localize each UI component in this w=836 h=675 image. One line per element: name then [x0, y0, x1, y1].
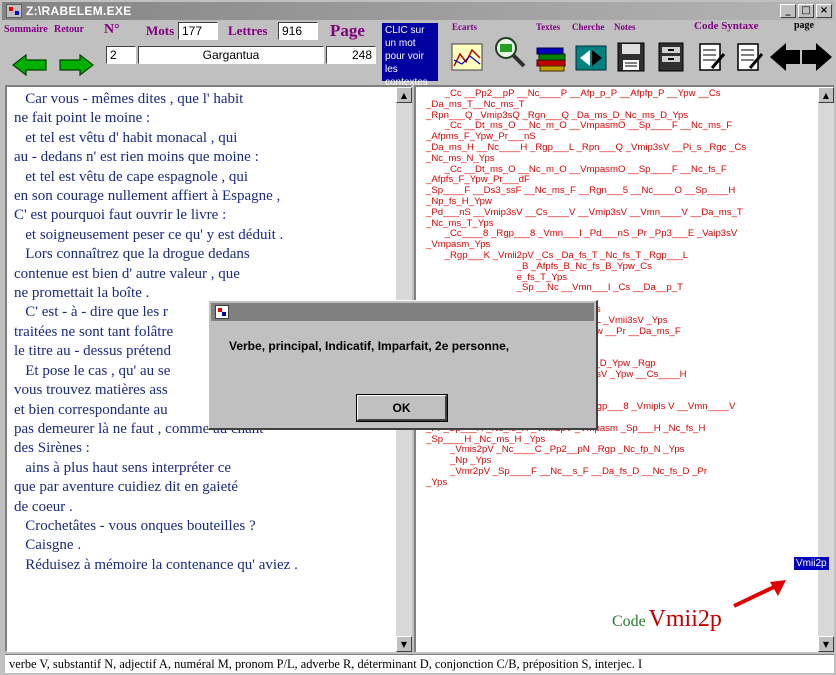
document-pen-icon[interactable] — [694, 40, 728, 74]
page-number-field[interactable]: 248 — [326, 46, 376, 64]
text-line[interactable]: de coeur . — [14, 498, 399, 517]
text-line[interactable]: en son courage nullement affiert à Espag… — [14, 187, 399, 206]
minimize-button[interactable]: _ — [780, 4, 796, 18]
app-icon — [6, 4, 22, 18]
code-scroll-up-arrow-icon[interactable]: ▲ — [818, 87, 834, 103]
code-line[interactable]: _B _Afpfs_B_Nc_fs_B_Ypw_Cs — [426, 261, 816, 273]
page-label: Page — [330, 21, 365, 40]
retour-label: Retour — [54, 24, 84, 35]
text-line[interactable]: Caisgne . — [14, 536, 399, 555]
document-edit-icon[interactable] — [732, 40, 766, 74]
textes-label: Textes — [536, 22, 561, 32]
status-bar: verbe V, substantif N, adjectif A, numér… — [5, 654, 834, 673]
maximize-button[interactable]: □ — [798, 4, 814, 18]
search-arrows-icon[interactable] — [574, 40, 608, 74]
books-icon[interactable] — [534, 40, 568, 74]
text-line[interactable]: au - dedans n' est rien moins que moine … — [14, 148, 399, 167]
text-line[interactable]: Crochetâtes - vous onques bouteilles ? — [14, 517, 399, 536]
text-line[interactable]: contenue est bien d' autre valeur , que — [14, 265, 399, 284]
text-line[interactable]: et soigneusement peser ce qu' y est dédu… — [14, 226, 399, 245]
text-line[interactable]: ains à plus haut sens interpréter ce — [14, 459, 399, 478]
scroll-up-arrow-icon[interactable]: ▲ — [396, 87, 412, 103]
dialog-message: Verbe, principal, Indicatif, Imparfait, … — [229, 339, 510, 353]
magnifier-search-icon[interactable] — [492, 34, 526, 68]
text-line[interactable]: des Sirènes : — [14, 439, 399, 458]
app-window: Z:\RABELEM.EXE _ □ × Sommaire Retour N° … — [0, 0, 836, 675]
dialog-title-bar — [211, 303, 594, 321]
prev-page-arrow-icon[interactable] — [768, 40, 802, 74]
ecarts-label: Ecarts — [452, 22, 477, 32]
book-title-field[interactable]: Gargantua — [138, 46, 324, 64]
text-line[interactable]: ne fait point le moine : — [14, 109, 399, 128]
mots-count-field: 177 — [178, 22, 218, 40]
window-title: Z:\RABELEM.EXE — [26, 4, 132, 18]
mots-label: Mots — [146, 23, 175, 38]
cabinet-icon[interactable] — [654, 40, 688, 74]
sommaire-arrow-icon[interactable] — [12, 54, 48, 76]
text-line[interactable]: et tel est vêtu d' habit monacal , qui — [14, 129, 399, 148]
info-dialog: Verbe, principal, Indicatif, Imparfait, … — [208, 300, 598, 430]
code-line[interactable]: _Sp __Nc __Vmn___I _Cs __Da__p_T — [426, 283, 816, 294]
code-line[interactable]: _Yps — [426, 477, 816, 489]
text-line[interactable]: que par aventure cuidiez dit en gaieté — [14, 478, 399, 497]
toolbar: Sommaire Retour N° Mots 177 Lettres 916 … — [2, 20, 834, 88]
close-button[interactable]: × — [816, 4, 832, 18]
code-line[interactable]: _Vmr2pV _Sp____F __Nc__s_F __Da_fs_D __N… — [426, 466, 816, 478]
numero-label: N° — [104, 22, 120, 37]
annotation-code: Vmii2p — [648, 606, 722, 632]
notes-label: Notes — [614, 22, 636, 32]
code-line[interactable]: _Da_ms_T__Nc_ms_T — [426, 99, 816, 111]
text-line[interactable]: Car vous - mêmes dites , que l' habit — [14, 90, 399, 109]
code-line[interactable]: _Pd___nS __Vmip3sV __Cs____V __Vmip3sV _… — [426, 207, 816, 219]
annotation-arrow-icon — [733, 580, 786, 608]
code-line[interactable]: _Nc_ms_N_Yps — [426, 153, 816, 165]
ecarts-chart-icon[interactable] — [450, 40, 484, 74]
text-line[interactable]: C' est pourquoi faut ouvrir le livre : — [14, 206, 399, 225]
code-scroll-down-arrow-icon[interactable]: ▼ — [818, 636, 834, 652]
code-annotation: Code Vmii2p — [612, 606, 722, 633]
code-syntaxe-label: Code Syntaxe — [694, 20, 759, 32]
ok-button[interactable]: OK — [356, 394, 448, 422]
dialog-app-icon — [215, 305, 229, 319]
highlighted-code-token[interactable]: Vmii2p — [794, 557, 829, 570]
window-controls: _ □ × — [780, 4, 832, 18]
next-page-arrow-icon[interactable] — [800, 40, 834, 74]
scroll-down-arrow-icon[interactable]: ▼ — [396, 636, 412, 652]
chapter-number-field[interactable]: 2 — [106, 46, 136, 64]
sommaire-label: Sommaire — [4, 24, 48, 35]
lettres-count-field: 916 — [278, 22, 318, 40]
text-line[interactable]: Lors connaîtrez que la drogue dedans — [14, 245, 399, 264]
title-bar: Z:\RABELEM.EXE _ □ × — [2, 2, 834, 20]
retour-arrow-icon[interactable] — [58, 54, 94, 76]
annotation-prefix: Code — [612, 613, 646, 630]
floppy-save-icon[interactable] — [614, 40, 648, 74]
page-small-label: page — [794, 20, 814, 31]
text-line[interactable]: Réduisez à mémoire la contenance qu' avi… — [14, 556, 399, 575]
clic-help-label: CLIC sur un mot pour voir les contextes — [382, 23, 438, 88]
text-line[interactable]: et tel est vêtu de cape espagnole , qui — [14, 168, 399, 187]
cherche-label: Cherche — [572, 22, 605, 32]
lettres-label: Lettres — [228, 23, 268, 38]
